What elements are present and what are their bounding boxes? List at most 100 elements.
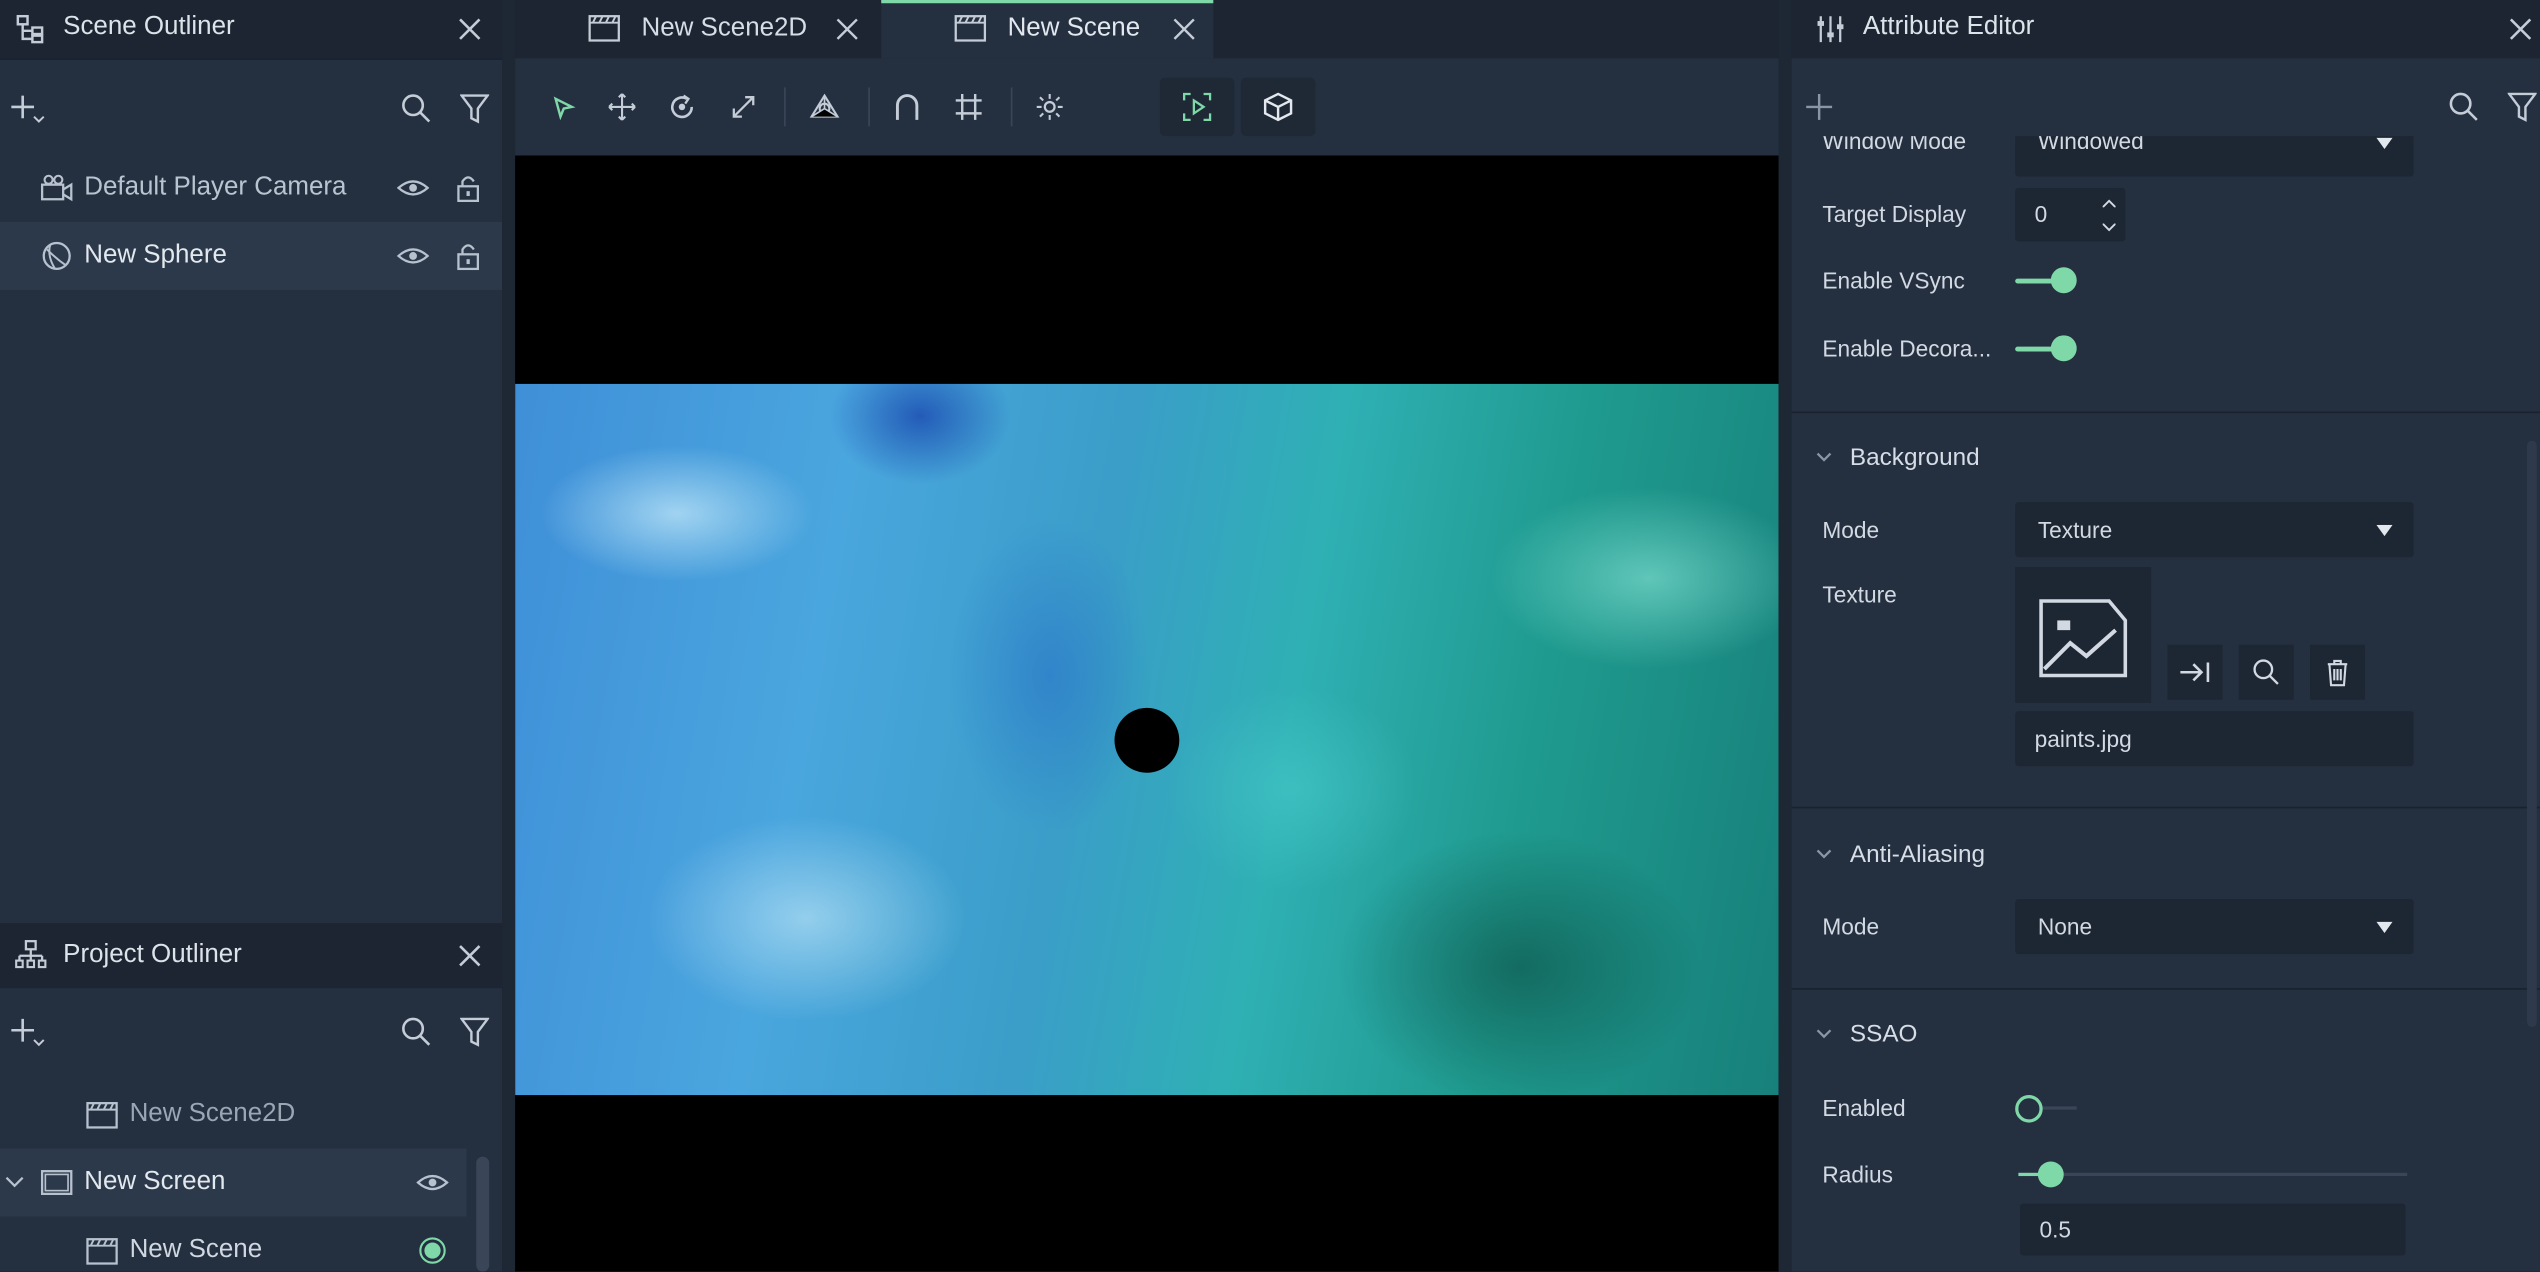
eye-icon[interactable] (415, 1166, 451, 1198)
attribute-scroll-area: Window Mode Windowed Target Display 0 En… (1791, 136, 2540, 1272)
panel-splitter[interactable] (502, 0, 516, 1272)
camera-icon (39, 170, 75, 206)
scene-outliner-header: Scene Outliner (0, 0, 503, 59)
search-icon[interactable] (398, 91, 434, 127)
assign-texture-button[interactable] (2167, 644, 2223, 700)
editor-window: Scene Outliner Default Player Camera New… (0, 0, 2540, 1272)
chevron-down-icon (1814, 1024, 1833, 1043)
background-mode-label: Mode (1822, 516, 1880, 543)
attribute-editor-header: Attribute Editor (1791, 0, 2540, 59)
screen-icon (39, 1165, 75, 1201)
lock-icon[interactable] (452, 170, 484, 206)
move-tool-icon[interactable] (606, 91, 638, 123)
rotate-tool-icon[interactable] (666, 91, 698, 123)
pivot-tool-icon[interactable] (807, 91, 843, 123)
close-icon[interactable] (454, 13, 486, 45)
add-item-icon[interactable] (6, 1014, 48, 1050)
enable-decorations-toggle[interactable] (2015, 334, 2083, 363)
project-row-label: New Screen (84, 1167, 226, 1196)
project-row[interactable]: New Scene (0, 1217, 470, 1272)
filter-icon[interactable] (457, 91, 493, 127)
anti-aliasing-section-header[interactable]: Anti-Aliasing (1792, 825, 2505, 883)
texture-thumbnail[interactable] (2015, 566, 2152, 704)
eye-icon[interactable] (395, 240, 431, 272)
dropdown-arrow-icon (2375, 520, 2394, 539)
close-tab-icon[interactable] (833, 15, 862, 44)
texture-label: Texture (1822, 581, 1897, 608)
3d-view-button[interactable] (1240, 77, 1316, 137)
project-row-selected[interactable]: New Screen (0, 1148, 467, 1217)
filter-icon[interactable] (457, 1014, 493, 1050)
snap-magnet-icon[interactable] (891, 91, 923, 123)
grid-icon[interactable] (953, 91, 985, 123)
texture-file-name: paints.jpg (2034, 725, 2132, 752)
attribute-editor-title: Attribute Editor (1862, 12, 2035, 41)
texture-file-field[interactable]: paints.jpg (2015, 711, 2414, 767)
add-item-icon[interactable] (6, 91, 48, 127)
play-mode-button[interactable] (1159, 77, 1235, 137)
enable-vsync-toggle[interactable] (2015, 266, 2083, 295)
eye-icon[interactable] (395, 172, 431, 204)
window-mode-value: Windowed (2037, 136, 2144, 154)
tab-bar: New Scene2D New Scene (515, 0, 1779, 59)
stepper-up-icon[interactable] (2099, 193, 2118, 212)
close-icon[interactable] (454, 940, 486, 972)
select-tool-icon[interactable] (548, 91, 580, 123)
browse-texture-button[interactable] (2238, 644, 2294, 700)
active-scene-indicator-icon (415, 1233, 451, 1269)
ssao-title: SSAO (1849, 1020, 1918, 1049)
window-mode-label: Window Mode (1822, 136, 1967, 154)
image-placeholder-icon (2031, 583, 2135, 683)
tab-label: New Scene2D (641, 14, 808, 43)
delete-texture-button[interactable] (2309, 644, 2366, 700)
filter-icon[interactable] (2504, 89, 2540, 125)
project-row[interactable]: New Scene2D (0, 1080, 470, 1148)
background-texture-paints (515, 383, 1779, 1096)
search-icon (2252, 658, 2281, 687)
ssao-radius-input[interactable]: 0.5 (2020, 1203, 2406, 1256)
ssao-enabled-toggle[interactable] (2015, 1093, 2083, 1123)
stepper-down-icon[interactable] (2099, 217, 2118, 236)
target-display-value: 0 (2034, 200, 2048, 227)
panel-splitter[interactable] (1778, 0, 1792, 1272)
viewport[interactable] (515, 155, 1779, 1272)
ssao-section-header[interactable]: SSAO (1792, 1004, 2505, 1062)
background-section-header[interactable]: Background (1792, 428, 2505, 486)
lock-icon[interactable] (452, 238, 484, 274)
scrollbar[interactable] (2527, 440, 2537, 1028)
trash-icon (2325, 656, 2351, 688)
chevron-down-icon (1814, 447, 1833, 466)
outliner-row[interactable]: Default Player Camera (0, 154, 502, 222)
project-outliner-header: Project Outliner (0, 923, 503, 989)
lighting-icon[interactable] (1033, 91, 1065, 123)
outliner-row-selected[interactable]: New Sphere (0, 221, 503, 290)
add-icon[interactable] (1801, 89, 1837, 125)
project-row-label: New Scene2D (129, 1099, 296, 1128)
search-icon[interactable] (2446, 89, 2482, 125)
project-outliner-panel: Project Outliner New Scene2D New Screen … (0, 923, 503, 1272)
enable-decorations-label: Enable Decora... (1822, 335, 1992, 362)
close-icon[interactable] (2504, 13, 2536, 45)
sphere-object[interactable] (1114, 707, 1180, 773)
scrollbar[interactable] (476, 1156, 490, 1272)
play-icon (1181, 91, 1213, 123)
chevron-down-icon (1814, 844, 1833, 863)
project-row-label: New Scene (129, 1235, 263, 1264)
search-icon[interactable] (398, 1014, 434, 1050)
hierarchy-icon (13, 13, 49, 45)
outliner-row-label: Default Player Camera (84, 173, 347, 201)
close-tab-icon[interactable] (1170, 15, 1199, 44)
background-title: Background (1849, 443, 1980, 472)
chevron-down-icon[interactable] (3, 1171, 26, 1194)
ssao-radius-slider[interactable] (2018, 1160, 2410, 1189)
background-mode-dropdown[interactable]: Texture (2015, 502, 2414, 558)
tab-scene2d[interactable]: New Scene2D (554, 0, 878, 58)
window-mode-dropdown[interactable]: Windowed (2015, 136, 2414, 177)
target-display-stepper[interactable]: 0 (2015, 187, 2126, 242)
outliner-row-label: New Sphere (84, 241, 227, 269)
scene-icon (84, 1233, 120, 1269)
anti-aliasing-mode-dropdown[interactable]: None (2015, 899, 2414, 955)
tab-scene-active[interactable]: New Scene (881, 0, 1214, 59)
scale-tool-icon[interactable] (727, 91, 759, 123)
project-tree-icon (13, 940, 49, 972)
